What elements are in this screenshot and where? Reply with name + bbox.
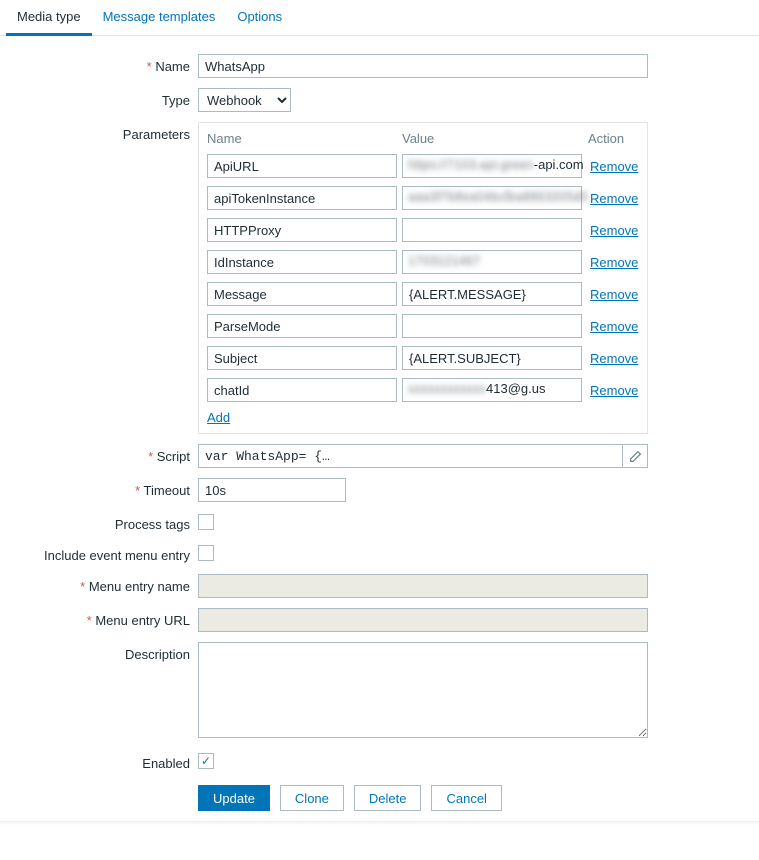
pencil-icon bbox=[629, 450, 642, 463]
param-name-input[interactable] bbox=[207, 314, 397, 338]
label-type: Type bbox=[162, 93, 190, 108]
param-row: 1703121467Remove bbox=[207, 250, 639, 274]
label-include-event-menu: Include event menu entry bbox=[44, 548, 190, 563]
label-process-tags: Process tags bbox=[115, 517, 190, 532]
param-row: Remove bbox=[207, 282, 639, 306]
param-value-input[interactable] bbox=[402, 218, 582, 242]
param-row: xxxxxxxxxxxx413@g.usRemove bbox=[207, 378, 639, 402]
param-value-input[interactable] bbox=[402, 314, 582, 338]
param-row: https://7103.api.green-api.comRemove bbox=[207, 154, 639, 178]
param-remove-link[interactable]: Remove bbox=[590, 287, 638, 302]
label-timeout: Timeout bbox=[135, 483, 190, 498]
script-field: var WhatsApp= {… bbox=[198, 444, 648, 468]
form-buttons: Update Clone Delete Cancel bbox=[198, 785, 699, 811]
param-value-input[interactable] bbox=[402, 346, 582, 370]
label-menu-entry-name: Menu entry name bbox=[80, 579, 190, 594]
enabled-checkbox[interactable] bbox=[198, 753, 214, 769]
menu-entry-url-input bbox=[198, 608, 648, 632]
name-input[interactable] bbox=[198, 54, 648, 78]
clone-button[interactable]: Clone bbox=[280, 785, 344, 811]
param-remove-link[interactable]: Remove bbox=[590, 255, 638, 270]
process-tags-checkbox[interactable] bbox=[198, 514, 214, 530]
param-name-input[interactable] bbox=[207, 218, 397, 242]
label-enabled: Enabled bbox=[142, 756, 190, 771]
footer-divider bbox=[0, 821, 759, 825]
delete-button[interactable]: Delete bbox=[354, 785, 422, 811]
param-remove-link[interactable]: Remove bbox=[590, 223, 638, 238]
menu-entry-name-input bbox=[198, 574, 648, 598]
param-name-input[interactable] bbox=[207, 250, 397, 274]
label-script: Script bbox=[148, 449, 190, 464]
label-name: Name bbox=[147, 59, 190, 74]
param-row: Remove bbox=[207, 346, 639, 370]
param-name-input[interactable] bbox=[207, 186, 397, 210]
form-body: Name Type Webhook Parameters Name Value bbox=[0, 36, 759, 811]
param-remove-link[interactable]: Remove bbox=[590, 159, 638, 174]
param-value-input[interactable] bbox=[402, 282, 582, 306]
param-row: Remove bbox=[207, 314, 639, 338]
script-text[interactable]: var WhatsApp= {… bbox=[199, 449, 622, 464]
param-add-link[interactable]: Add bbox=[207, 410, 230, 425]
param-name-input[interactable] bbox=[207, 378, 397, 402]
include-event-menu-checkbox[interactable] bbox=[198, 545, 214, 561]
param-remove-link[interactable]: Remove bbox=[590, 319, 638, 334]
param-row: aaa3f7b8ea04bcfba8863205d0Remove bbox=[207, 186, 639, 210]
param-value-input[interactable] bbox=[402, 250, 582, 274]
update-button[interactable]: Update bbox=[198, 785, 270, 811]
label-parameters: Parameters bbox=[123, 127, 190, 142]
param-row: Remove bbox=[207, 218, 639, 242]
tabs: Media type Message templates Options bbox=[0, 0, 759, 36]
media-type-form: Media type Message templates Options Nam… bbox=[0, 0, 759, 835]
param-value-input[interactable] bbox=[402, 378, 582, 402]
tab-message-templates[interactable]: Message templates bbox=[92, 0, 227, 35]
parameters-header: Name Value Action bbox=[207, 131, 639, 146]
tab-options[interactable]: Options bbox=[226, 0, 293, 35]
tab-media-type[interactable]: Media type bbox=[6, 0, 92, 36]
param-remove-link[interactable]: Remove bbox=[590, 383, 638, 398]
script-edit-button[interactable] bbox=[622, 445, 647, 467]
param-name-input[interactable] bbox=[207, 154, 397, 178]
label-description: Description bbox=[125, 647, 190, 662]
param-value-input[interactable] bbox=[402, 186, 582, 210]
label-menu-entry-url: Menu entry URL bbox=[87, 613, 190, 628]
parameters-table: Name Value Action https://7103.api.green… bbox=[198, 122, 648, 434]
cancel-button[interactable]: Cancel bbox=[431, 785, 501, 811]
description-textarea[interactable] bbox=[198, 642, 648, 738]
param-remove-link[interactable]: Remove bbox=[590, 191, 638, 206]
param-col-action: Action bbox=[588, 131, 638, 146]
param-remove-link[interactable]: Remove bbox=[590, 351, 638, 366]
param-value-input[interactable] bbox=[402, 154, 582, 178]
param-name-input[interactable] bbox=[207, 346, 397, 370]
param-col-value: Value bbox=[402, 131, 588, 146]
timeout-input[interactable] bbox=[198, 478, 346, 502]
type-select[interactable]: Webhook bbox=[198, 88, 291, 112]
param-col-name: Name bbox=[207, 131, 402, 146]
param-name-input[interactable] bbox=[207, 282, 397, 306]
